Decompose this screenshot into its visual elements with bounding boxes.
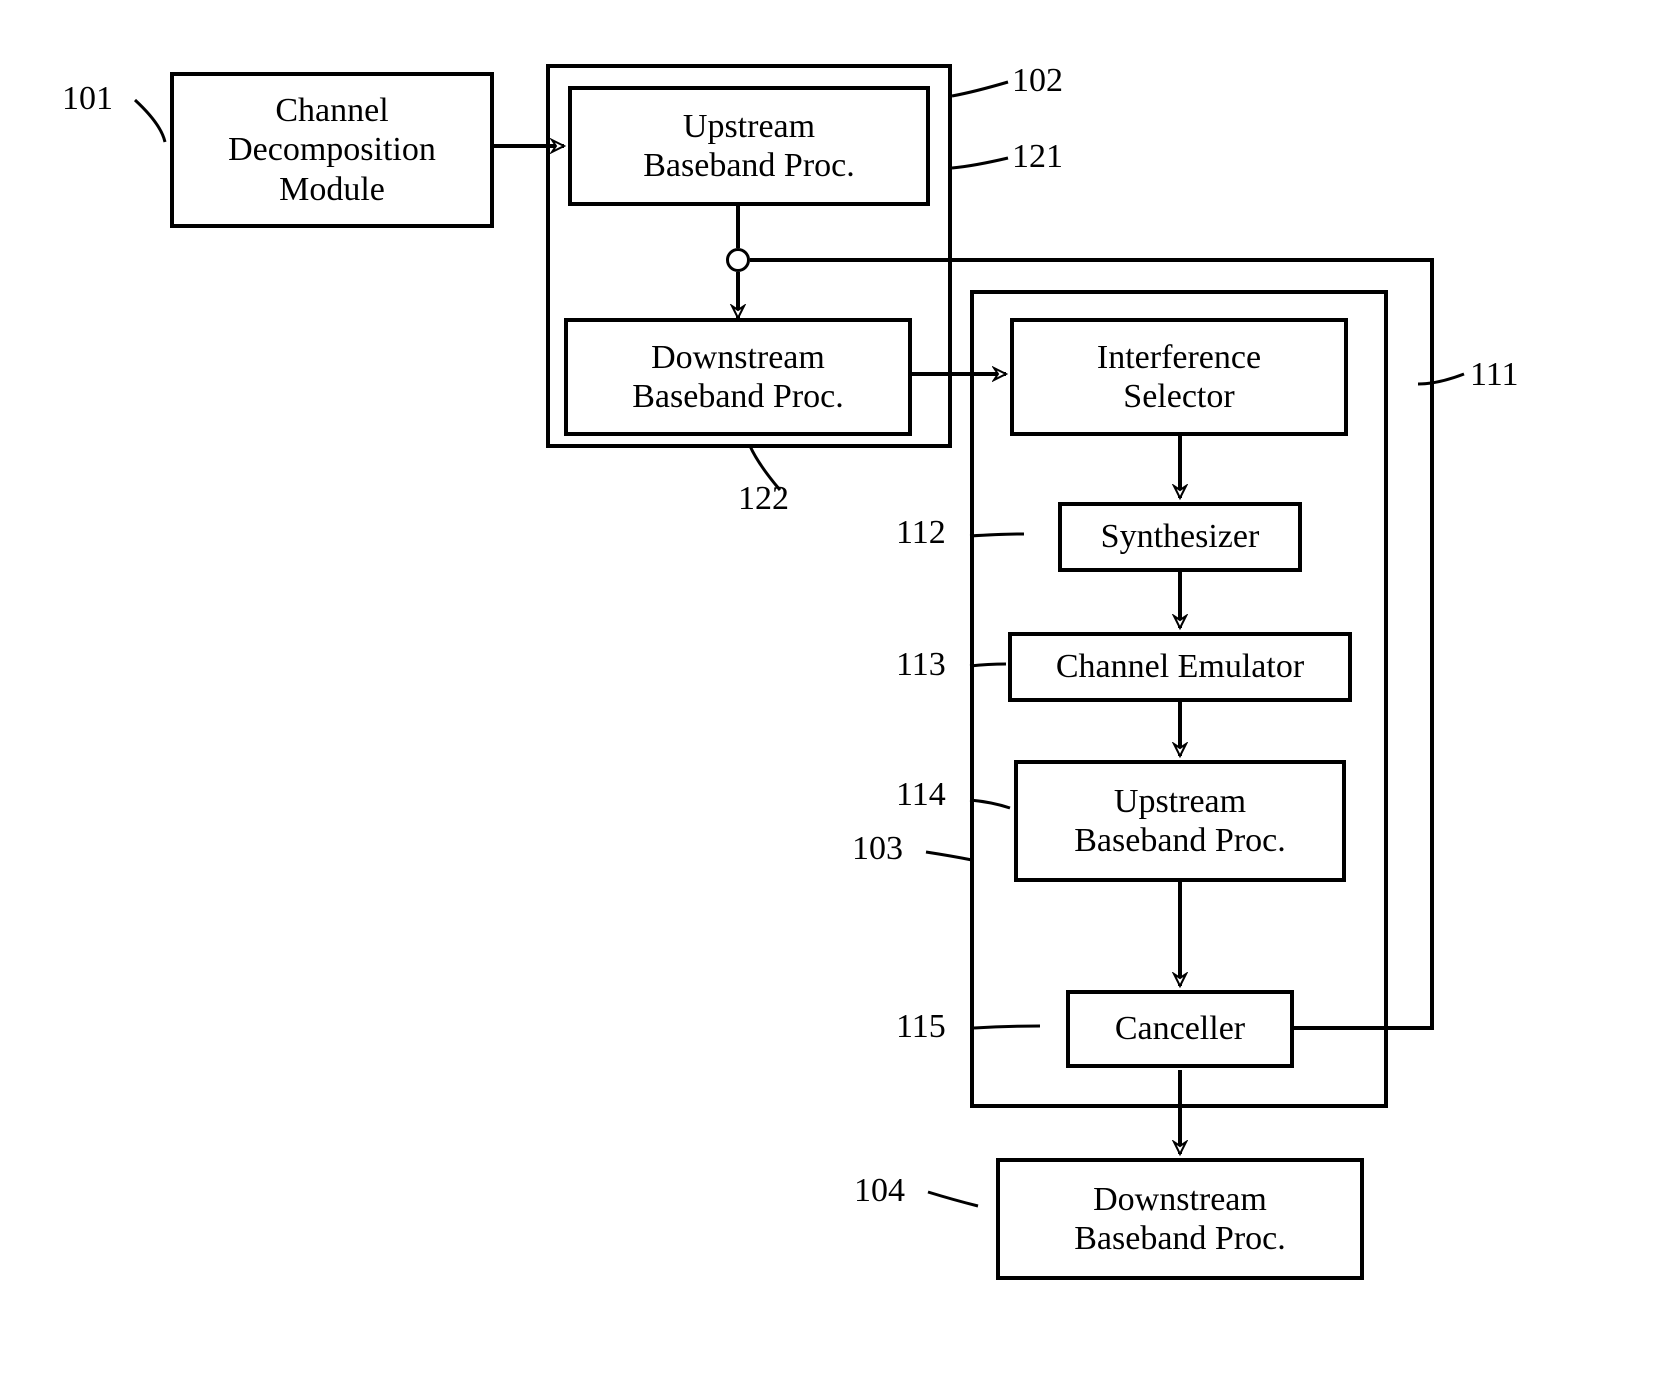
label-114: 114 [896,776,946,814]
block-channel-emulator: Channel Emulator [1008,632,1352,702]
block-downstream-bb-1: DownstreamBaseband Proc. [564,318,912,436]
block-text: UpstreamBaseband Proc. [1074,782,1286,860]
block-text: Channel Emulator [1056,647,1304,686]
label-103: 103 [852,830,903,868]
block-downstream-bb-2: DownstreamBaseband Proc. [996,1158,1364,1280]
block-upstream-bb-2: UpstreamBaseband Proc. [1014,760,1346,882]
label-102: 102 [1012,62,1063,100]
block-upstream-bb-1: UpstreamBaseband Proc. [568,86,930,206]
label-104: 104 [854,1172,905,1210]
label-112: 112 [896,514,946,552]
block-text: Canceller [1115,1009,1245,1048]
block-text: ChannelDecompositionModule [228,91,436,208]
block-synthesizer: Synthesizer [1058,502,1302,572]
block-canceller: Canceller [1066,990,1294,1068]
label-122: 122 [738,480,789,518]
block-text: DownstreamBaseband Proc. [632,338,844,416]
diagram-stage: ChannelDecompositionModule UpstreamBaseb… [0,0,1668,1390]
block-channel-decomposition: ChannelDecompositionModule [170,72,494,228]
block-text: Synthesizer [1101,517,1260,556]
block-text: UpstreamBaseband Proc. [643,107,855,185]
label-101: 101 [62,80,113,118]
label-121: 121 [1012,138,1063,176]
junction-circle [726,248,750,272]
label-111: 111 [1470,356,1518,394]
block-interference-selector: InterferenceSelector [1010,318,1348,436]
label-115: 115 [896,1008,946,1046]
block-text: InterferenceSelector [1097,338,1261,416]
label-113: 113 [896,646,946,684]
block-text: DownstreamBaseband Proc. [1074,1180,1286,1258]
